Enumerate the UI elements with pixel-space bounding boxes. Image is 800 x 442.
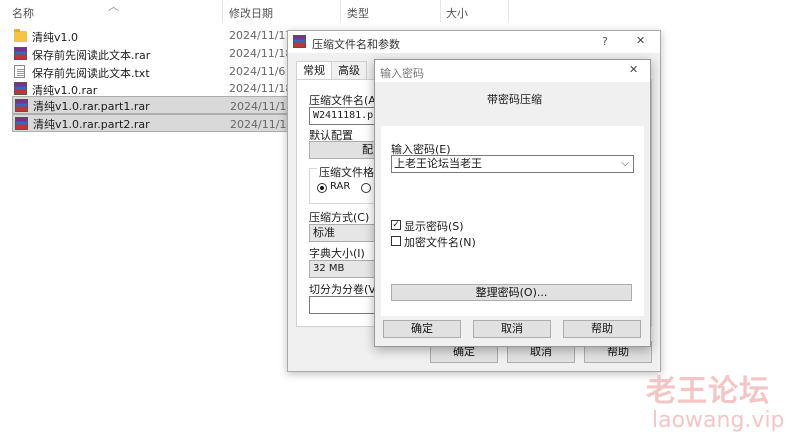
- chevron-down-icon[interactable]: ⌵: [621, 156, 629, 172]
- file-name: 清纯v1.0.rar.part1.rar: [33, 100, 150, 113]
- file-name: 清纯v1.0.rar.part2.rar: [33, 118, 150, 131]
- column-divider[interactable]: [508, 0, 509, 22]
- file-row[interactable]: 保存前先阅读此文本.rar 2024/11/18: [12, 45, 292, 63]
- file-name: 保存前先阅读此文本.txt: [32, 67, 150, 80]
- file-date: 2024/11/18: [230, 100, 294, 113]
- column-type[interactable]: 类型: [347, 5, 369, 21]
- rar-icon: [14, 82, 27, 95]
- file-date: 2024/11/6 2: [229, 65, 296, 78]
- file-row[interactable]: 保存前先阅读此文本.txt 2024/11/6 2: [12, 63, 296, 81]
- ok-button[interactable]: 确定: [383, 320, 461, 338]
- password-dialog: 输入密码 ✕ 带密码压缩 输入密码(E) 上老王论坛当老王 ⌵ ✓ 显示密码(S…: [374, 59, 651, 347]
- file-row-selected[interactable]: 清纯v1.0.rar.part1.rar 2024/11/18: [12, 96, 294, 114]
- password-value: 上老王论坛当老王: [394, 157, 482, 170]
- close-icon[interactable]: ✕: [629, 63, 638, 76]
- format-other-radio[interactable]: [361, 183, 371, 193]
- dialog-title: 输入密码: [380, 67, 424, 80]
- file-row[interactable]: 清纯v1.0 2024/11/17: [12, 27, 292, 45]
- folder-icon: [14, 29, 27, 42]
- organize-passwords-button[interactable]: 整理密码(O)...: [391, 284, 632, 301]
- title-bar[interactable]: 输入密码 ✕: [375, 60, 650, 82]
- file-name: 清纯v1.0: [32, 31, 79, 44]
- file-date: 2024/11/17: [229, 29, 293, 42]
- file-list-header: 名称 ︿ 修改日期 类型 大小: [0, 0, 800, 24]
- file-name: 保存前先阅读此文本.rar: [32, 49, 151, 62]
- winrar-icon: [293, 35, 306, 48]
- rar-icon: [15, 117, 28, 130]
- column-name[interactable]: 名称: [12, 5, 34, 21]
- dialog-heading: 带密码压缩: [487, 93, 542, 106]
- help-button[interactable]: 帮助: [563, 320, 641, 338]
- dict-label: 字典大小(I): [309, 247, 365, 260]
- column-date[interactable]: 修改日期: [229, 5, 273, 21]
- watermark-url: laowang.vip: [652, 408, 785, 433]
- help-icon[interactable]: ?: [602, 35, 608, 48]
- column-divider[interactable]: [222, 0, 223, 22]
- close-icon[interactable]: ✕: [636, 34, 645, 47]
- format-rar-radio[interactable]: [317, 183, 327, 193]
- show-password-checkbox[interactable]: ✓: [391, 220, 401, 230]
- file-date: 2024/11/18: [229, 47, 293, 60]
- split-label: 切分为分卷(V): [309, 283, 381, 296]
- tab-general[interactable]: 常规: [296, 61, 332, 80]
- tab-advanced[interactable]: 高级: [331, 61, 367, 80]
- rar-icon: [14, 47, 27, 60]
- cancel-button[interactable]: 取消: [473, 320, 551, 338]
- file-date: 2024/11/18: [230, 118, 294, 131]
- column-divider[interactable]: [440, 0, 441, 22]
- file-date: 2024/11/18: [229, 82, 293, 95]
- watermark-text: 老王论坛: [646, 374, 770, 409]
- archive-name-label: 压缩文件名(A): [309, 94, 381, 107]
- column-size[interactable]: 大小: [446, 5, 468, 21]
- encrypt-names-label[interactable]: 加密文件名(N): [404, 234, 476, 250]
- method-label: 压缩方式(C): [309, 211, 370, 224]
- column-divider[interactable]: [340, 0, 341, 22]
- show-password-label[interactable]: 显示密码(S): [404, 218, 464, 234]
- format-rar-label: RAR: [330, 181, 351, 192]
- dialog-title: 压缩文件名和参数: [312, 38, 400, 51]
- password-combobox[interactable]: 上老王论坛当老王 ⌵: [391, 155, 634, 173]
- file-row-selected[interactable]: 清纯v1.0.rar.part2.rar 2024/11/18: [12, 114, 294, 132]
- txt-icon: [14, 65, 25, 78]
- encrypt-names-checkbox[interactable]: [391, 236, 401, 246]
- sort-up-icon: ︿: [108, 0, 119, 13]
- title-bar[interactable]: 压缩文件名和参数 ? ✕: [288, 31, 660, 53]
- rar-icon: [15, 99, 28, 112]
